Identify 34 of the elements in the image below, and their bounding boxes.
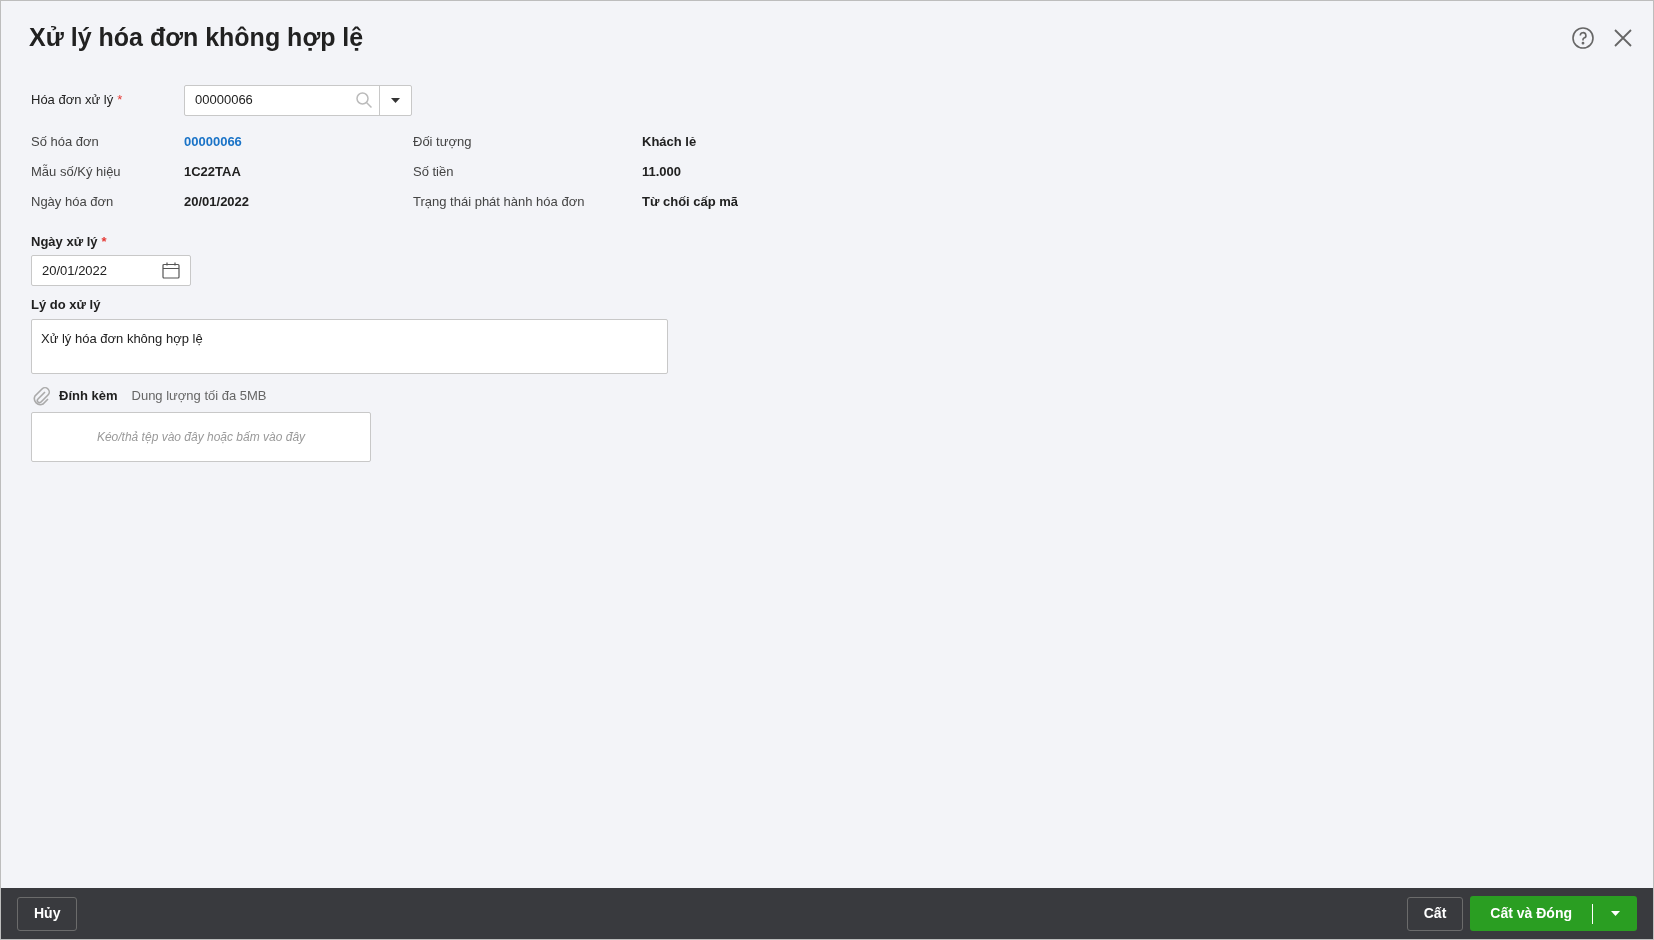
save-button[interactable]: Cất [1406, 896, 1464, 931]
info-label: Đối tượng [413, 132, 473, 151]
attachment-label: Đính kèm [59, 386, 118, 405]
field-label: Hóa đơn xử lý [31, 91, 114, 110]
invoice-input[interactable]: 00000066 [185, 85, 355, 115]
help-icon[interactable] [1571, 25, 1595, 50]
info-value: 20/01/2022 [184, 192, 251, 211]
reason-field[interactable]: Xử lý hóa đơn không hợp lệ [31, 318, 668, 374]
date-field[interactable]: 20/01/2022 [31, 255, 191, 286]
date-label: Ngày xử lý [31, 232, 98, 251]
invoice-number-link[interactable]: 00000066 [184, 131, 413, 152]
info-value: Khách lẻ [642, 132, 698, 151]
paperclip-icon [31, 385, 51, 406]
info-label: Mẫu số/Ký hiệu [31, 162, 122, 181]
info-value: Từ chối cấp mã [642, 192, 740, 211]
caret-icon [1610, 911, 1620, 916]
info-label: Số tiền [413, 162, 455, 181]
info-label: Ngày hóa đơn [31, 192, 115, 211]
date-value: 20/01/2022 [42, 261, 109, 280]
reason-label: Lý do xử lý [31, 296, 102, 314]
info-value: 1C22TAA [184, 162, 242, 181]
required-mark: * [117, 91, 123, 110]
calendar-icon [162, 262, 180, 279]
info-value: 11.000 [642, 162, 683, 181]
search-icon [355, 91, 373, 109]
info-label: Trạng thái phát hành hóa đơn [413, 192, 586, 211]
cancel-button[interactable]: Hủy [17, 896, 78, 931]
drop-zone-text: Kéo/thả tệp vào đây hoặc bấm vào đây [96, 428, 306, 446]
caret-icon [391, 97, 400, 103]
invoice-combo-field[interactable]: 00000066 [184, 84, 412, 116]
attachment-hint: Dung lượng tối đa 5MB [131, 386, 267, 405]
info-label: Số hóa đơn [31, 132, 100, 151]
required-mark: * [101, 232, 107, 251]
dialog-title: Xử lý hóa đơn không hợp lệ [29, 22, 364, 53]
